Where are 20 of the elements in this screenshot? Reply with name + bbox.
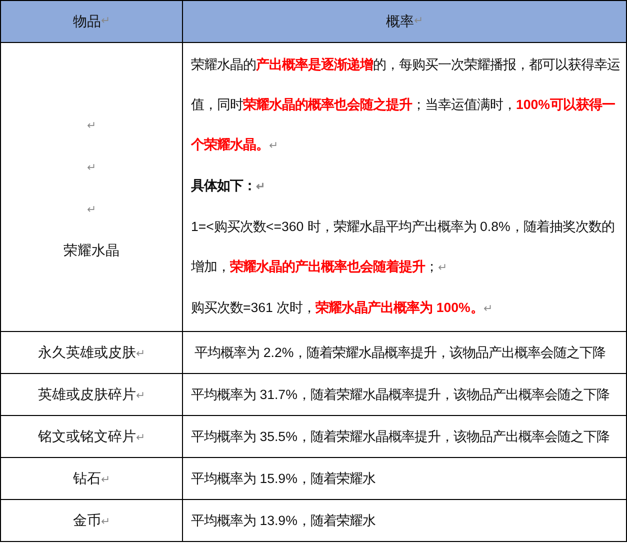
paragraph: 平均概率为 35.5%，随着荣耀水晶概率提升，该物品产出概率会随之下降 — [191, 428, 610, 446]
paragraph: 1=<购买次数<=360 时，荣耀水晶平均产出概率为 0.8%，随着抽奖次数的增加，荣耀水晶的产出概率也会随着提升；↵ — [191, 218, 616, 276]
paragraph: 金币↵ — [73, 510, 110, 530]
paragraph: 英雄或皮肤碎片↵ — [38, 384, 145, 404]
paragraph: 铭文或铭文碎片↵ — [38, 426, 145, 446]
paragraph: 平均概率为 2.2%，随着荣耀水晶概率提升，该物品产出概率会随之下降 — [194, 344, 607, 362]
paragraph: 购买次数=361 次时，荣耀水晶产出概率为 100%。↵ — [191, 299, 494, 317]
paragraph-mark: ↵ — [87, 119, 96, 134]
paragraph: 具体如下：↵ — [191, 177, 266, 195]
table-header-cell: 概率↵ — [183, 1, 627, 43]
paragraph: 钻石↵ — [73, 468, 110, 488]
paragraph: 荣耀水晶的产出概率是逐渐递增的，每购买一次荣耀播报，都可以获得幸运值，同时荣耀水晶的概率也会随之提升；当幸运值满时，100%可以获得一个荣耀水晶。↵ — [191, 56, 621, 154]
paragraph: 荣耀水晶 — [64, 241, 120, 260]
paragraph: 平均概率为 15.9%，随着荣耀水 — [191, 470, 376, 488]
paragraph: 平均概率为 31.7%，随着荣耀水晶概率提升，该物品产出概率会随之下降 — [191, 386, 610, 404]
table-header-cell: 物品↵ — [1, 1, 183, 43]
paragraph-mark: ↵ — [87, 203, 96, 218]
paragraph: 平均概率为 13.9%，随着荣耀水 — [191, 512, 376, 530]
paragraph-mark: ↵ — [87, 161, 96, 176]
paragraph: 永久英雄或皮肤↵ — [38, 342, 145, 362]
